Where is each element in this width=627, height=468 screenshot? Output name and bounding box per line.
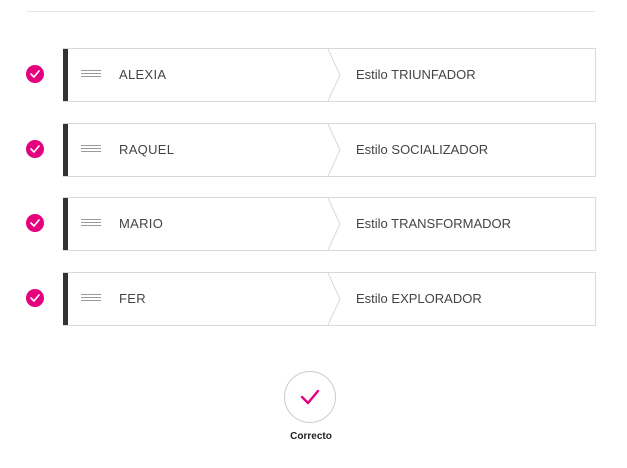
arrow-separator-icon (328, 198, 341, 250)
check-circle-icon (26, 65, 44, 83)
card-accent-bar (63, 198, 68, 250)
check-circle-icon (26, 214, 44, 232)
result-check-button[interactable] (284, 371, 336, 423)
name-label: ALEXIA (119, 67, 167, 82)
match-row-raquel: RAQUEL Estilo SOCIALIZADOR (0, 123, 627, 177)
match-row-mario: MARIO Estilo TRANSFORMADOR (0, 197, 627, 251)
name-label: RAQUEL (119, 142, 175, 157)
check-circle-icon (26, 140, 44, 158)
top-divider (27, 11, 595, 12)
style-label: Estilo EXPLORADOR (356, 291, 482, 306)
card-accent-bar (63, 49, 68, 101)
match-card: RAQUEL Estilo SOCIALIZADOR (63, 123, 596, 177)
check-circle-icon (26, 289, 44, 307)
match-card: FER Estilo EXPLORADOR (63, 272, 596, 326)
match-card: MARIO Estilo TRANSFORMADOR (63, 197, 596, 251)
name-label: MARIO (119, 216, 164, 231)
card-accent-bar (63, 273, 68, 325)
result-label: Correcto (290, 431, 332, 442)
arrow-separator-icon (328, 124, 341, 176)
check-icon (300, 389, 320, 405)
style-label: Estilo TRIUNFADOR (356, 67, 476, 82)
arrow-separator-icon (328, 273, 341, 325)
drag-handle-icon[interactable] (81, 294, 101, 304)
drag-handle-icon[interactable] (81, 219, 101, 229)
drag-handle-icon[interactable] (81, 70, 101, 80)
match-row-fer: FER Estilo EXPLORADOR (0, 272, 627, 326)
name-label: FER (119, 291, 146, 306)
style-label: Estilo TRANSFORMADOR (356, 216, 512, 231)
drag-handle-icon[interactable] (81, 145, 101, 155)
arrow-separator-icon (328, 49, 341, 101)
style-label: Estilo SOCIALIZADOR (356, 142, 489, 157)
match-row-alexia: ALEXIA Estilo TRIUNFADOR (0, 48, 627, 102)
match-card: ALEXIA Estilo TRIUNFADOR (63, 48, 596, 102)
card-accent-bar (63, 124, 68, 176)
